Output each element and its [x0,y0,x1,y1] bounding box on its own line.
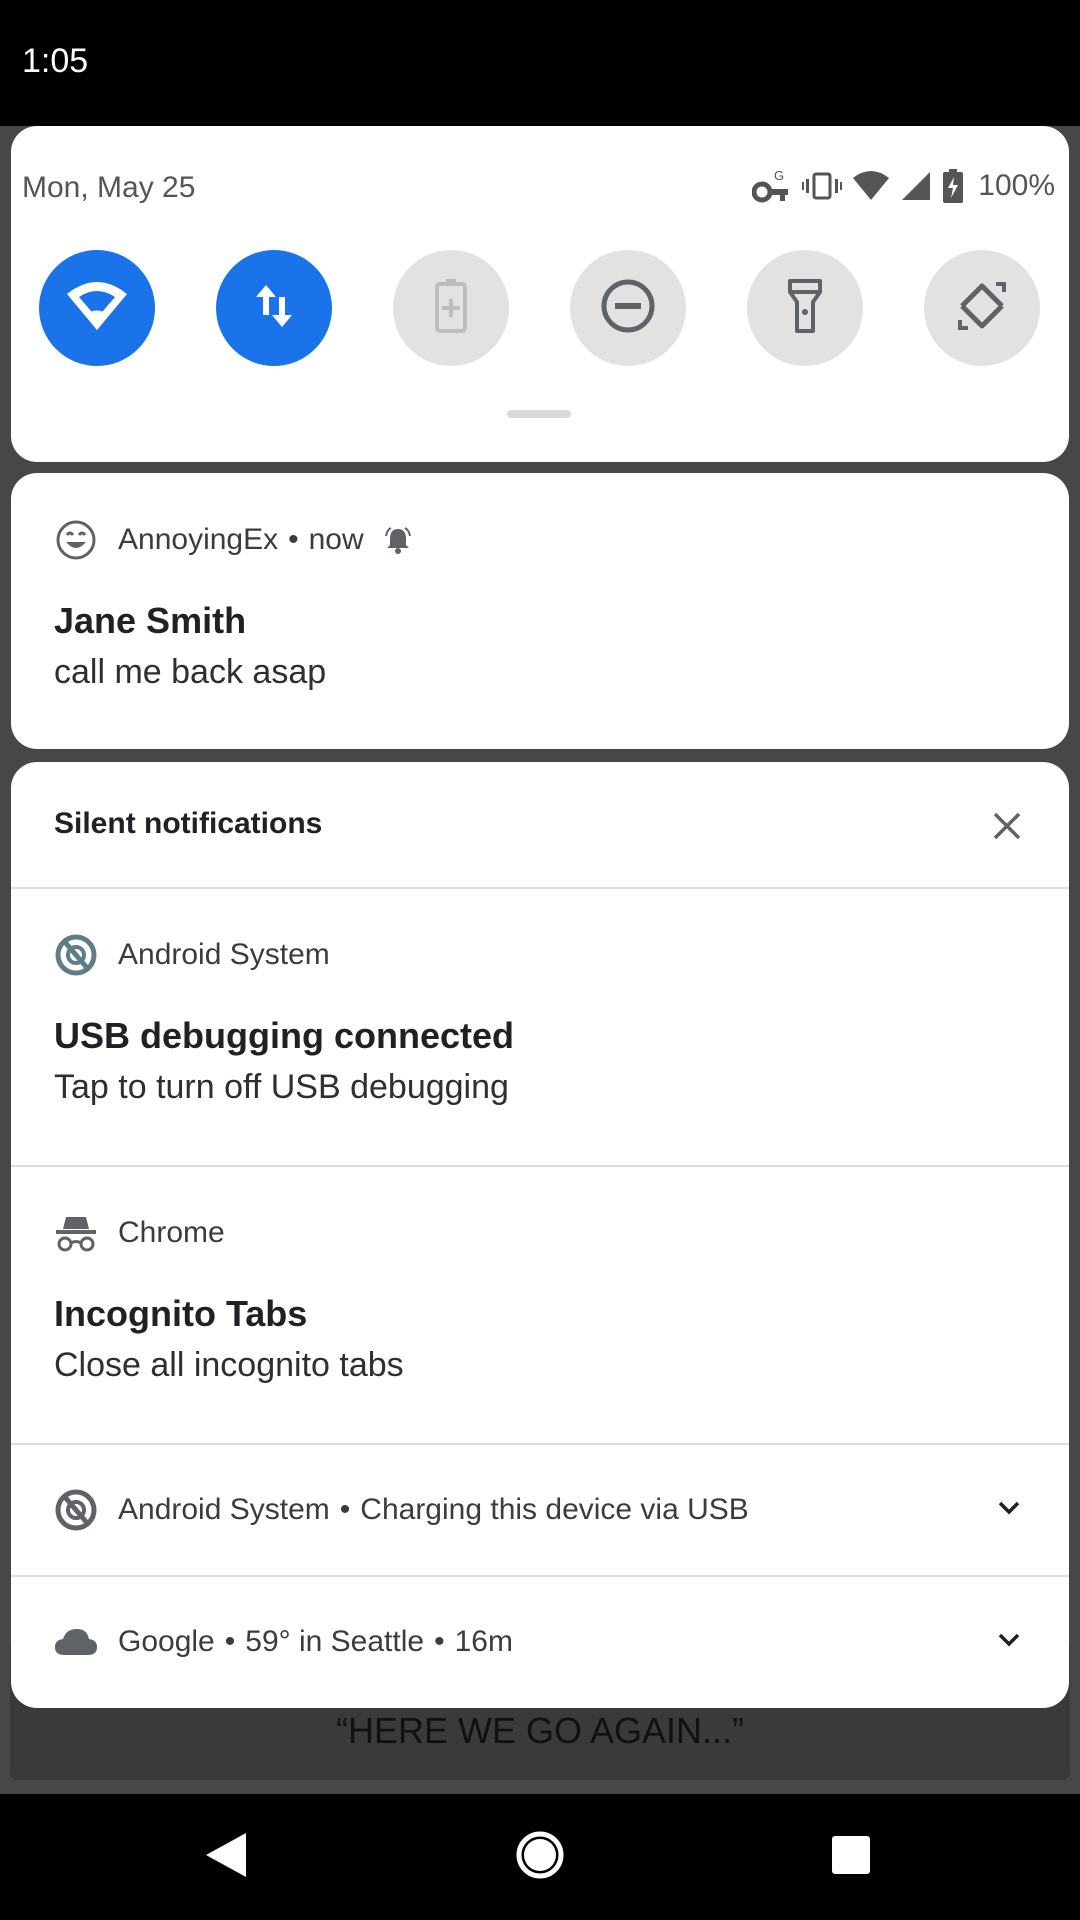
close-icon [992,811,1022,846]
notification-header: Android System • Charging this device vi… [54,1487,749,1533]
notification-body: Close all incognito tabs [54,1346,404,1384]
notification-usb-charging[interactable]: Android System • Charging this device vi… [11,1445,1069,1575]
notification-time: now [308,523,364,556]
home-icon [515,1830,565,1885]
chevron-down-icon [998,1501,1020,1520]
quick-settings-date[interactable]: Mon, May 25 [22,171,195,205]
chevron-down-icon [998,1633,1020,1652]
recents-button[interactable] [818,1824,884,1890]
background-banner-text: “HERE WE GO AGAIN...” [335,1710,745,1751]
auto-rotate-icon [954,278,1010,339]
home-button[interactable] [507,1824,573,1890]
separator-dot: • [434,1625,445,1658]
wifi-status-icon [852,170,890,202]
separator-dot: • [339,1493,351,1526]
notification-header: Google • 59° in Seattle • 16m [54,1619,513,1665]
dismiss-silent-button[interactable] [985,806,1029,850]
vpn-key-icon: G [752,168,792,204]
back-button[interactable] [192,1824,258,1890]
battery-charging-icon [942,169,964,203]
auto-rotate-tile[interactable] [924,250,1040,366]
smiley-icon [54,518,98,562]
notification-header: Android System [54,932,330,978]
do-not-disturb-icon [600,278,656,339]
notification-summary: 59° in Seattle [245,1625,425,1658]
do-not-disturb-tile[interactable] [570,250,686,366]
expand-button[interactable] [989,1622,1029,1662]
notification-time: 16m [454,1625,513,1658]
separator-dot: • [288,523,299,556]
battery-percentage: 100% [978,169,1055,202]
separator-dot: • [224,1625,236,1658]
back-icon [202,1831,248,1884]
cellular-signal-icon [900,170,932,202]
notification-usb-debugging[interactable]: Android System USB debugging connected T… [11,889,1069,1163]
quick-settings-tiles [39,250,1049,366]
battery-saver-tile[interactable] [393,250,509,366]
android-system-icon [54,1488,98,1532]
svg-text:G: G [774,168,784,183]
notification-title: Incognito Tabs [54,1293,308,1334]
flashlight-tile[interactable] [747,250,863,366]
quick-settings-expand-handle[interactable] [507,410,571,418]
silent-notifications-card: Silent notifications Android System USB … [11,762,1069,1708]
status-bar: 1:05 [0,0,1080,126]
recents-icon [830,1834,872,1881]
notification-body: Tap to turn off USB debugging [54,1068,509,1106]
android-system-icon [54,933,98,977]
alert-bell-icon [384,526,412,554]
status-time: 1:05 [22,42,89,80]
notification-app-name: Android System [118,1493,330,1526]
alerting-notification-card[interactable]: AnnoyingEx • now Jane Smith call me back… [11,473,1069,749]
incognito-icon [54,1211,98,1255]
notification-title: Jane Smith [54,600,247,641]
wifi-tile[interactable] [39,250,155,366]
notification-header: Chrome [54,1210,225,1256]
expand-button[interactable] [989,1490,1029,1530]
cloud-icon [54,1620,98,1664]
notification-app-name: Google [118,1625,215,1658]
wifi-icon [66,280,128,337]
notification-body: call me back asap [54,653,327,691]
notification-app-name: AnnoyingEx [118,523,279,556]
notification-title: USB debugging connected [54,1015,515,1056]
notification-app-name: Chrome [118,1216,225,1249]
mobile-data-icon [252,281,296,336]
notification-summary: Charging this device via USB [360,1493,749,1526]
battery-saver-icon [435,278,467,338]
quick-settings-panel: Mon, May 25 G 100% [11,126,1069,462]
notification-header: AnnoyingEx • now [54,517,412,563]
notification-chrome-incognito[interactable]: Chrome Incognito Tabs Close all incognit… [11,1167,1069,1441]
notification-app-name: Android System [118,938,330,971]
flashlight-icon [787,278,823,339]
vibrate-icon [802,171,843,201]
notification-google-weather[interactable]: Google • 59° in Seattle • 16m [11,1577,1069,1708]
mobile-data-tile[interactable] [216,250,332,366]
quick-settings-status-icons: G 100% [752,166,1055,206]
navigation-bar [0,1794,1080,1920]
silent-section-title: Silent notifications [54,807,323,840]
